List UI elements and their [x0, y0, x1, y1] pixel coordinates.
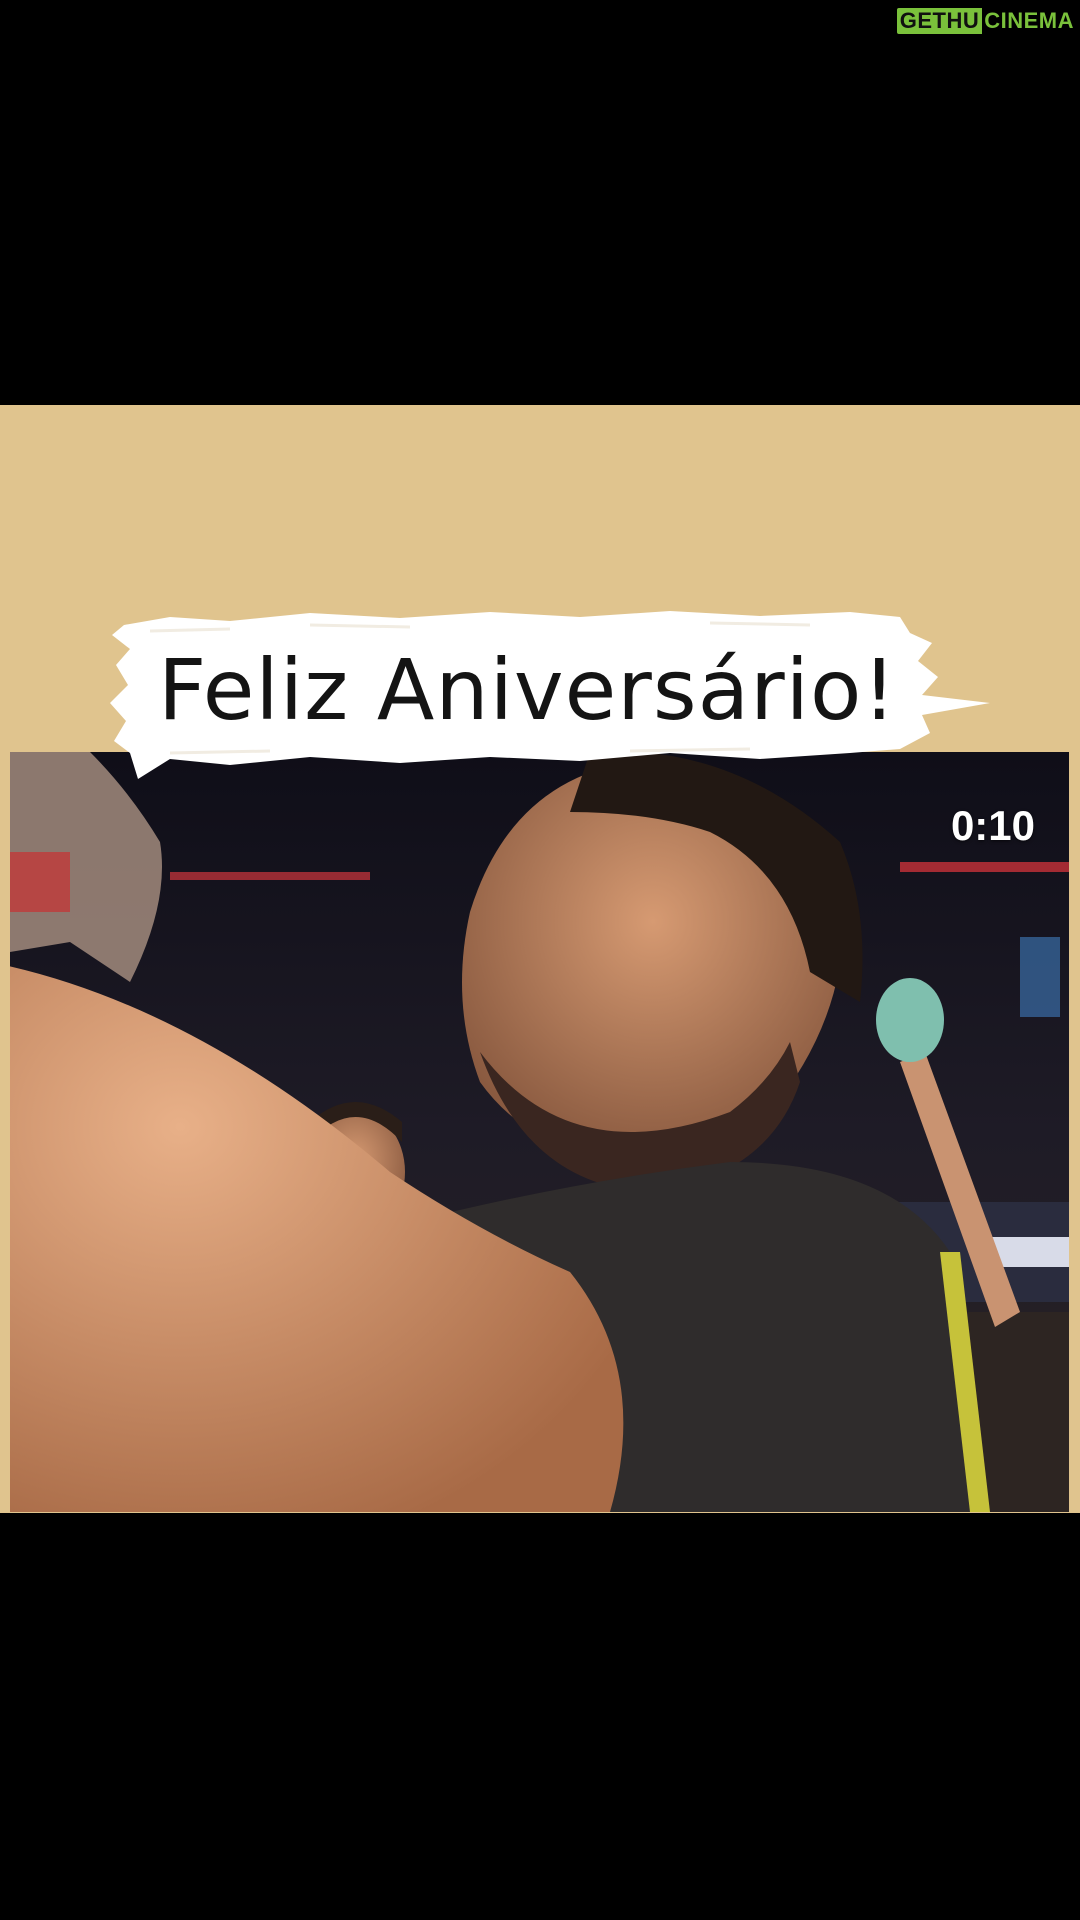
channel-watermark: GETHU CINEMA: [896, 8, 1076, 34]
screen: GETHU CINEMA Feliz Aniversário! 0:10: [0, 0, 1080, 1920]
video-player[interactable]: 0:10: [10, 752, 1069, 1512]
video-frame: [10, 752, 1069, 1512]
banner-title: Feliz Aniversário!: [158, 641, 898, 739]
watermark-part-2: CINEMA: [984, 8, 1074, 33]
watermark-part-1: GETHU: [896, 8, 983, 34]
video-timestamp: 0:10: [950, 802, 1035, 849]
greeting-banner: Feliz Aniversário!: [110, 603, 990, 795]
